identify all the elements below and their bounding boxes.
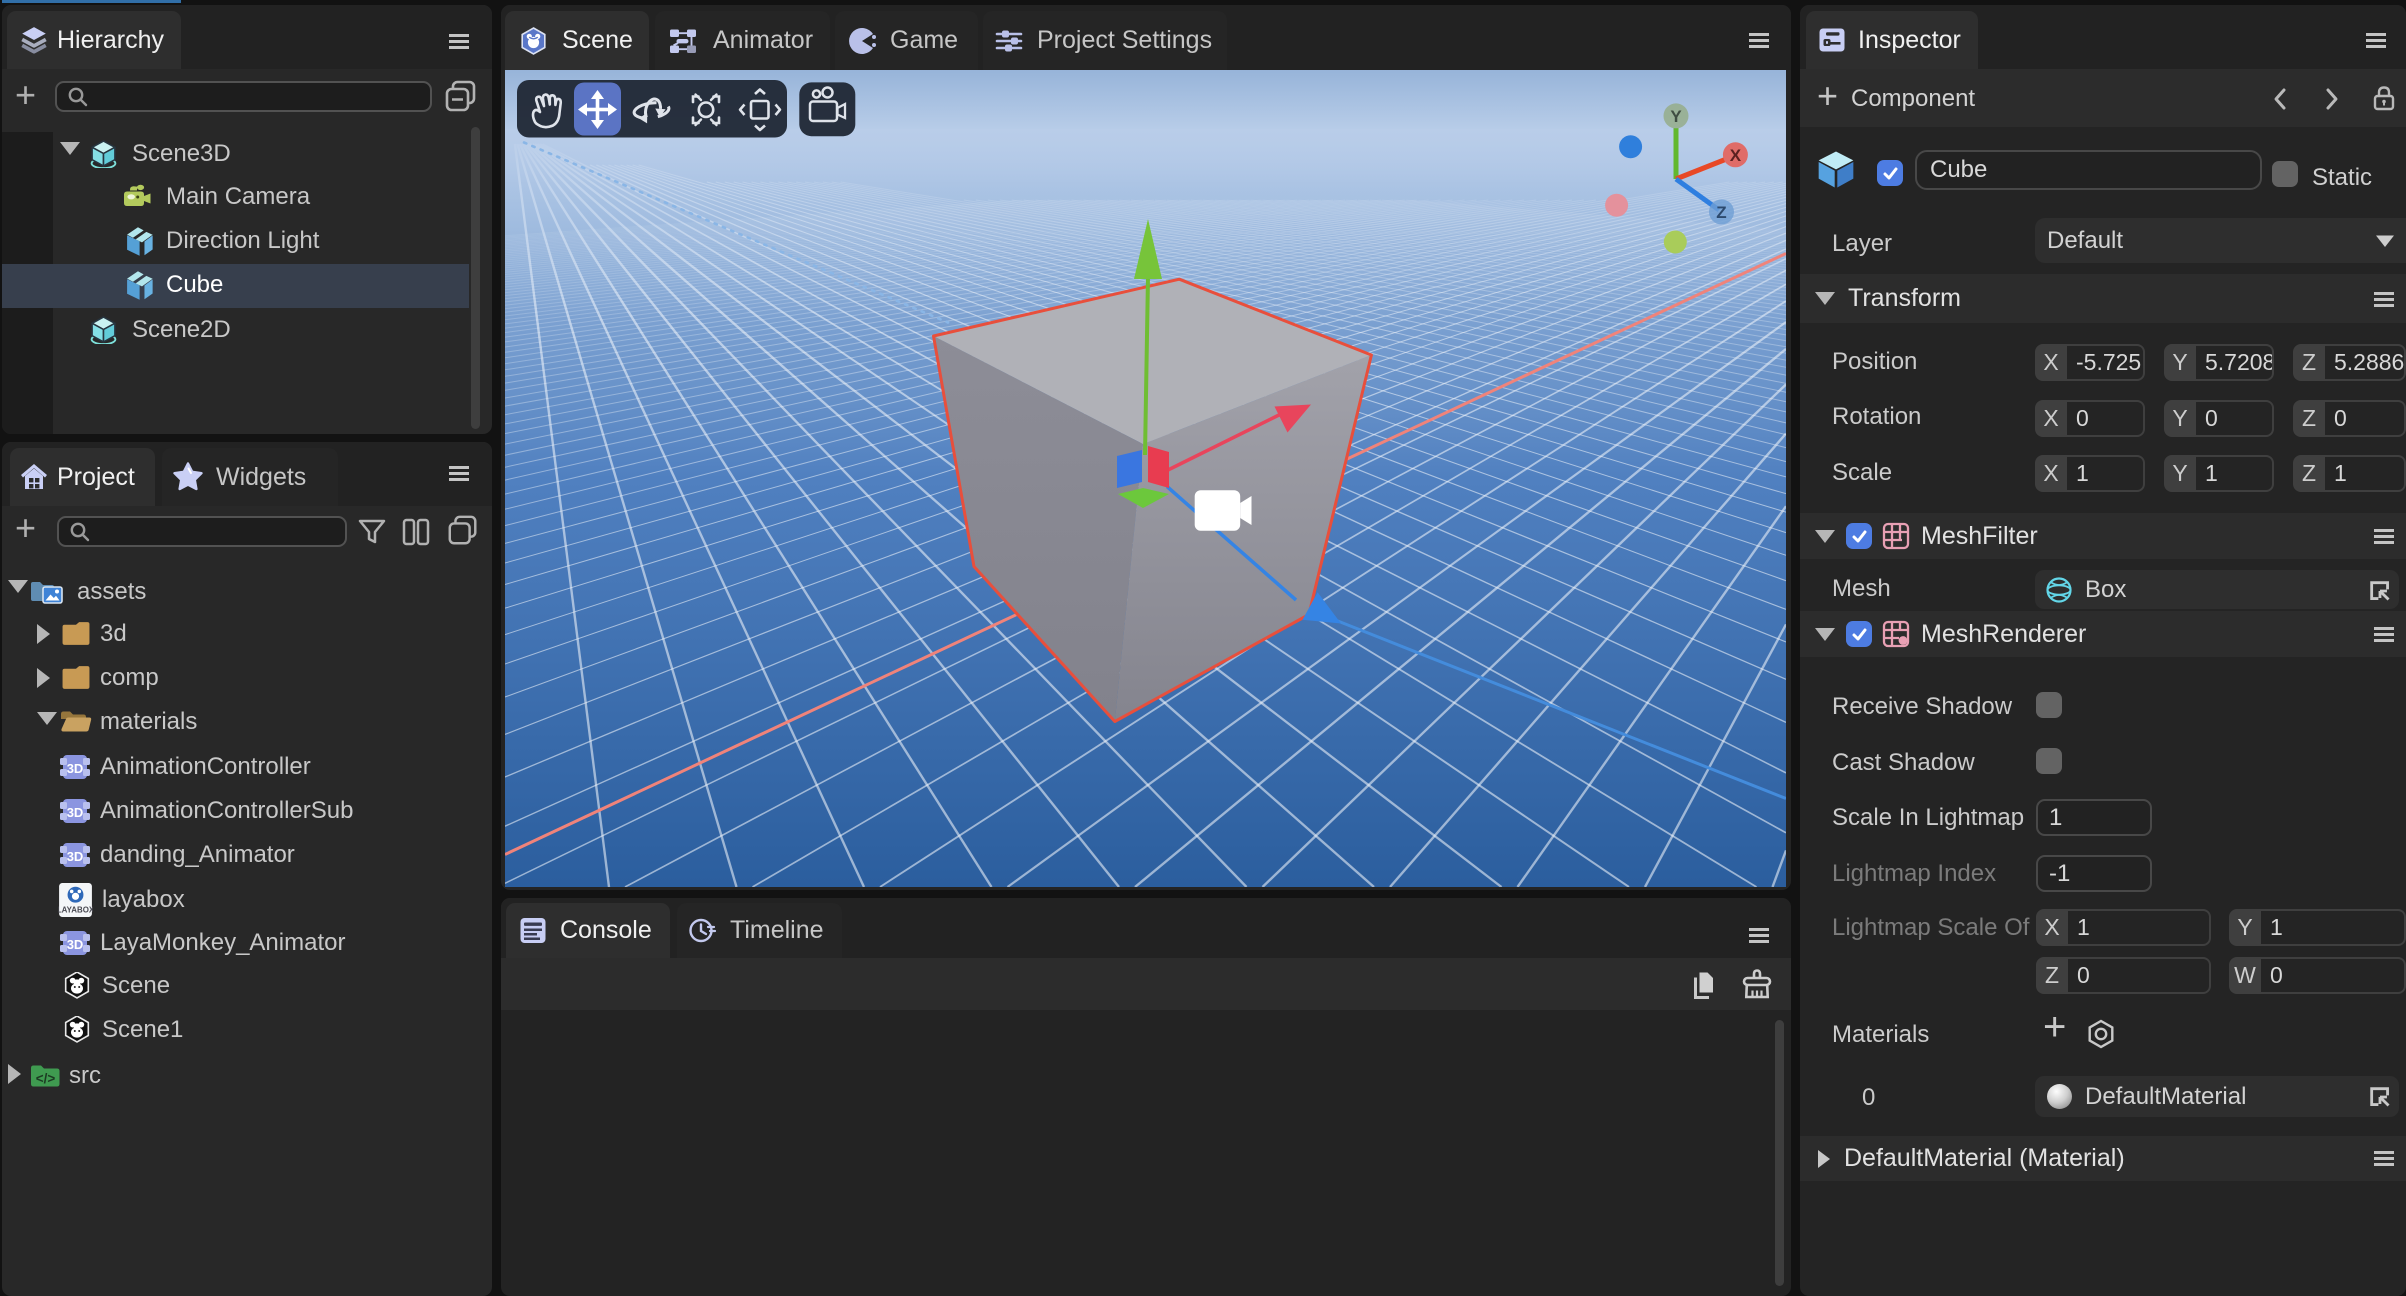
svg-text:LAYABOX: LAYABOX <box>58 906 93 915</box>
svg-text:Y: Y <box>1670 107 1682 126</box>
svg-text:Z: Z <box>1716 203 1726 222</box>
svg-text:</>: </> <box>36 1071 56 1086</box>
svg-text:X: X <box>1730 146 1742 165</box>
